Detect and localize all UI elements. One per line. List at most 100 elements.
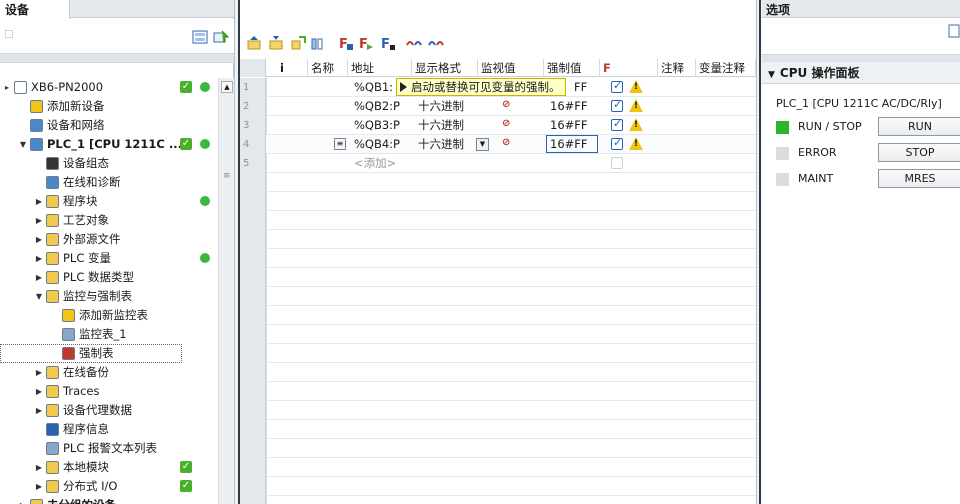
tree-item[interactable]: ▶ 本地模块 ✓	[0, 458, 218, 477]
tree-scrollbar[interactable]: ▲ ≡	[218, 78, 234, 504]
empty-row[interactable]	[240, 287, 756, 306]
expand-arrow-icon[interactable]: ▶	[34, 382, 44, 401]
cpu-run-button[interactable]: RUN	[878, 117, 960, 136]
empty-row[interactable]	[240, 458, 756, 477]
tree-item[interactable]: ▸ XB6-PN2000 ✓	[0, 78, 218, 97]
edit-cell-icon[interactable]: ≡	[334, 138, 346, 150]
force-update-icon[interactable]: F	[358, 35, 374, 51]
display-format-cell[interactable]: 十六进制	[418, 97, 464, 116]
expand-arrow-icon[interactable]: ▸	[2, 78, 12, 97]
expand-arrow-icon[interactable]: ▶	[34, 458, 44, 477]
table-row[interactable]: 2 %QB2:P 十六进制 ⊘ 16#FF!	[240, 97, 756, 116]
tree-item[interactable]: ▶ 在线备份	[0, 363, 218, 382]
tree-item[interactable]: 在线和诊断	[0, 173, 218, 192]
col-header-info[interactable]: i	[266, 59, 308, 77]
tree-item[interactable]: ▶ 分布式 I/O ✓	[0, 477, 218, 496]
col-header-name[interactable]: 名称	[308, 59, 348, 77]
tree-item[interactable]: 添加新设备	[0, 97, 218, 116]
expand-arrow-icon[interactable]: ▶	[34, 268, 44, 287]
tree-item[interactable]: ▶ PLC 数据类型	[0, 268, 218, 287]
tree-item[interactable]: ▶ PLC 变量	[0, 249, 218, 268]
device-view-icon[interactable]	[213, 29, 229, 45]
empty-row[interactable]	[240, 382, 756, 401]
display-format-cell[interactable]: 十六进制	[418, 135, 464, 154]
expand-arrow-icon[interactable]: ▶	[34, 477, 44, 496]
monitor-all-icon[interactable]	[406, 35, 422, 51]
force-start-icon[interactable]: F	[338, 35, 354, 51]
table-row[interactable]: 4 %QB4:P ≡ 十六进制 ▼ ⊘ 16#FF!	[240, 135, 756, 154]
force-checkbox[interactable]	[611, 79, 623, 93]
empty-row[interactable]	[240, 192, 756, 211]
address-cell[interactable]: %QB4:P	[354, 135, 400, 154]
tree-item[interactable]: 强制表	[0, 344, 182, 363]
scroll-up-icon[interactable]: ▲	[221, 81, 233, 93]
address-cell[interactable]: %QB3:P	[354, 116, 400, 135]
empty-row[interactable]	[240, 268, 756, 287]
col-header-monitor-value[interactable]: 监视值	[478, 59, 544, 77]
empty-row[interactable]	[240, 173, 756, 192]
force-value-cell[interactable]: 16#FF	[550, 116, 588, 135]
tree-item[interactable]: 设备和网络	[0, 116, 218, 135]
empty-row[interactable]	[240, 477, 756, 496]
expand-arrow-icon[interactable]: ▶	[18, 496, 28, 504]
tree-item[interactable]: 程序信息	[0, 420, 218, 439]
expand-arrow-icon[interactable]: ▶	[34, 363, 44, 382]
empty-row[interactable]	[240, 496, 756, 504]
tree-item[interactable]: 设备组态	[0, 154, 218, 173]
col-header-tag-comment[interactable]: 变量注释	[696, 59, 756, 77]
tree-item[interactable]: ▶ 未分组的设备	[0, 496, 218, 504]
expand-arrow-icon[interactable]: ▶	[34, 249, 44, 268]
empty-row[interactable]	[240, 325, 756, 344]
expand-arrow-icon[interactable]: ▶	[34, 230, 44, 249]
force-checkbox[interactable]	[611, 98, 623, 112]
empty-row[interactable]	[240, 306, 756, 325]
address-cell[interactable]: %QB1:	[354, 78, 393, 97]
force-checkbox[interactable]	[611, 117, 623, 131]
empty-row[interactable]	[240, 439, 756, 458]
column-toggle-icon[interactable]	[310, 35, 326, 51]
table-row[interactable]: 3 %QB3:P 十六进制 ⊘ 16#FF!	[240, 116, 756, 135]
empty-row[interactable]	[240, 230, 756, 249]
col-header-force-flag[interactable]: F	[600, 59, 658, 77]
col-header-address[interactable]: 地址	[348, 59, 412, 77]
empty-row[interactable]	[240, 420, 756, 439]
expand-arrow-icon[interactable]: ▶	[34, 401, 44, 420]
tree-item[interactable]: ▶ 工艺对象	[0, 211, 218, 230]
col-header-comment[interactable]: 注释	[658, 59, 696, 77]
tree-item[interactable]: ▶ 程序块	[0, 192, 218, 211]
scroll-grip-icon[interactable]: ≡	[223, 171, 231, 181]
expand-arrow-icon[interactable]: ▶	[34, 192, 44, 211]
monitor-once-icon[interactable]	[428, 35, 444, 51]
empty-row[interactable]	[240, 363, 756, 382]
display-format-cell[interactable]: 十六进制	[418, 116, 464, 135]
force-value-cell[interactable]: 16#FF	[550, 97, 588, 116]
project-tree-tab[interactable]: 设备	[0, 0, 70, 19]
empty-row[interactable]	[240, 211, 756, 230]
empty-row[interactable]	[240, 344, 756, 363]
expand-arrow-icon[interactable]: ▶	[34, 211, 44, 230]
cpu-panel-header[interactable]: ▼ CPU 操作面板	[762, 62, 960, 84]
tree-item[interactable]: ▼ 监控与强制表	[0, 287, 218, 306]
dropdown-arrow-icon[interactable]: ▼	[476, 138, 489, 151]
cpu-mres-button[interactable]: MRES	[878, 169, 960, 188]
force-value-cell[interactable]: FF	[574, 78, 587, 97]
insert-row-icon[interactable]	[246, 35, 262, 51]
empty-row[interactable]	[240, 249, 756, 268]
tree-item[interactable]: ▶ Traces	[0, 382, 218, 401]
tree-item[interactable]: 添加新监控表	[0, 306, 218, 325]
pane-icon[interactable]	[948, 24, 960, 38]
cpu-stop-button[interactable]: STOP	[878, 143, 960, 162]
tree-item[interactable]: 监控表_1	[0, 325, 218, 344]
expand-arrow-icon[interactable]: ▼	[34, 287, 44, 306]
tree-item[interactable]: ▶ 外部源文件	[0, 230, 218, 249]
address-cell[interactable]: %QB2:P	[354, 97, 400, 116]
table-row[interactable]: 1 %QB1: FF! 启动或替换可见变量的强制。	[240, 78, 756, 97]
view-toggle-icon[interactable]	[192, 29, 208, 45]
empty-row[interactable]	[240, 401, 756, 420]
tree-item[interactable]: PLC 报警文本列表	[0, 439, 218, 458]
modify-now-icon[interactable]	[290, 35, 306, 51]
chevron-down-icon[interactable]: ▼	[768, 70, 775, 80]
force-value-cell[interactable]: 16#FF	[546, 135, 598, 153]
col-header-force-value[interactable]: 强制值	[544, 59, 600, 77]
col-header-display-format[interactable]: 显示格式	[412, 59, 478, 77]
